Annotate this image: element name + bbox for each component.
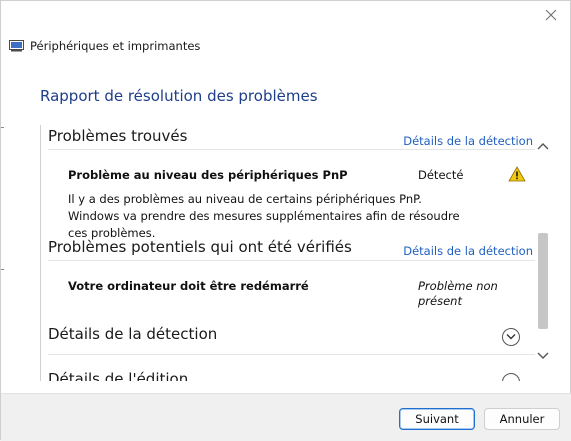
scroll-thumb[interactable] <box>538 233 548 329</box>
check-item-status-line2: présent <box>418 294 462 308</box>
window-title-bar: Périphériques et imprimantes <box>9 38 200 54</box>
next-button[interactable]: Suivant <box>399 408 475 430</box>
detection-details-link[interactable]: Détails de la détection <box>403 244 533 258</box>
chevron-down-icon <box>537 352 549 359</box>
section-title-cut[interactable]: Détails de l'édition <box>48 370 188 381</box>
check-item-label: Votre ordinateur doit être redémarré <box>68 279 309 293</box>
warning-icon <box>508 166 526 182</box>
section-divider <box>48 260 535 261</box>
problem-item-description: Il y a des problèmes au niveau de certai… <box>68 192 460 240</box>
scroll-up-button[interactable] <box>535 139 551 155</box>
close-icon <box>545 9 557 21</box>
window-title: Périphériques et imprimantes <box>30 39 201 53</box>
section-title-detection[interactable]: Détails de la détection <box>48 325 217 343</box>
window-edge-mark <box>1 269 4 270</box>
expand-button[interactable] <box>502 373 520 381</box>
chevron-up-icon <box>537 143 549 150</box>
close-button[interactable] <box>544 9 558 23</box>
chevron-down-icon <box>506 334 516 340</box>
scroll-down-button[interactable] <box>535 347 551 363</box>
check-item-status-line1: Problème non <box>418 279 498 293</box>
troubleshooter-window: Périphériques et imprimantes Rapport de … <box>0 0 571 441</box>
vertical-scrollbar[interactable] <box>535 125 551 381</box>
report-content: Problèmes trouvés Détails de la détectio… <box>40 125 535 381</box>
cancel-button[interactable]: Annuler <box>484 408 560 430</box>
button-bar: Suivant Annuler <box>1 393 571 441</box>
devices-printers-icon <box>9 40 24 52</box>
section-divider <box>48 354 535 355</box>
expand-button[interactable] <box>502 328 520 346</box>
section-title-checked: Problèmes potentiels qui ont été vérifié… <box>48 238 352 256</box>
problem-item-label: Problème au niveau des périphériques PnP <box>68 168 348 182</box>
window-edge-mark <box>1 127 4 128</box>
section-divider <box>48 149 535 150</box>
section-title-found: Problèmes trouvés <box>48 127 188 145</box>
detection-details-link[interactable]: Détails de la détection <box>403 134 533 148</box>
problem-item-status: Détecté <box>418 168 464 182</box>
report-panel: Problèmes trouvés Détails de la détectio… <box>40 125 551 381</box>
page-heading: Rapport de résolution des problèmes <box>40 87 318 105</box>
